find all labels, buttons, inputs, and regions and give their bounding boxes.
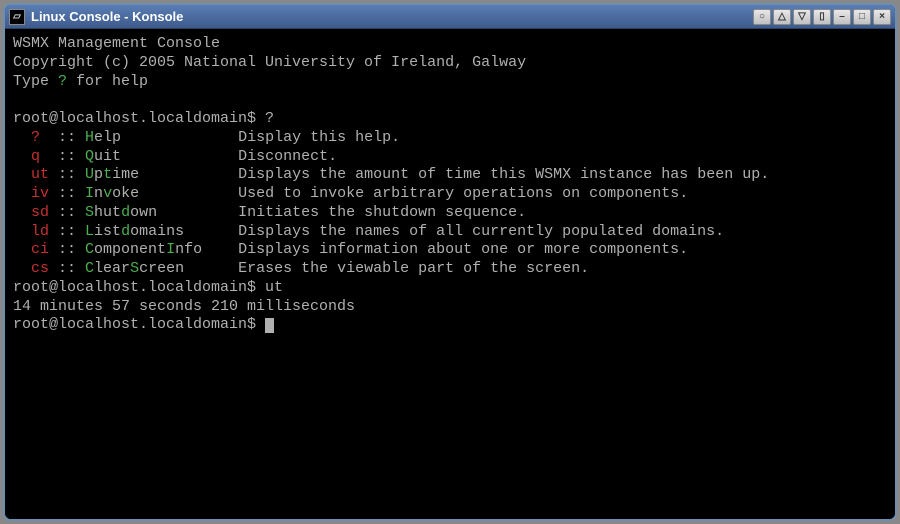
help-short: ? (13, 129, 40, 146)
prompt-line-1: root@localhost.localdomain$ ? (13, 110, 887, 129)
help-line: ci :: ComponentInfo Displays information… (13, 241, 887, 260)
uptime-output: 14 minutes 57 seconds 210 milliseconds (13, 298, 887, 317)
help-line: ld :: Listdomains Displays the names of … (13, 223, 887, 242)
help-short: cs (13, 260, 49, 277)
help-line: ut :: Uptime Displays the amount of time… (13, 166, 887, 185)
btn-pin[interactable]: ▯ (813, 9, 831, 25)
help-desc: Used to invoke arbitrary operations on c… (238, 185, 688, 202)
help-line: q :: Quit Disconnect. (13, 148, 887, 167)
help-short: iv (13, 185, 49, 202)
help-desc: Displays the names of all currently popu… (238, 223, 724, 240)
help-short: q (13, 148, 40, 165)
help-short: sd (13, 204, 49, 221)
cursor-icon (265, 318, 274, 333)
maximize-button[interactable]: □ (853, 9, 871, 25)
help-line: iv :: Invoke Used to invoke arbitrary op… (13, 185, 887, 204)
minimize-button[interactable]: – (833, 9, 851, 25)
help-desc: Displays information about one or more c… (238, 241, 688, 258)
window-controls: ○ △ ▽ ▯ – □ × (753, 9, 891, 25)
terminal-area[interactable]: WSMX Management ConsoleCopyright (c) 200… (5, 29, 895, 519)
help-desc: Displays the amount of time this WSMX in… (238, 166, 769, 183)
header-line-1: WSMX Management Console (13, 35, 887, 54)
help-short: ld (13, 223, 49, 240)
btn-down[interactable]: ▽ (793, 9, 811, 25)
prompt-line-3: root@localhost.localdomain$ (13, 316, 887, 335)
titlebar[interactable]: ▱ Linux Console - Konsole ○ △ ▽ ▯ – □ × (5, 5, 895, 29)
help-line: ? :: Help Display this help. (13, 129, 887, 148)
help-short: ut (13, 166, 49, 183)
help-desc: Initiates the shutdown sequence. (238, 204, 526, 221)
header-line-3: Type ? for help (13, 73, 887, 92)
help-desc: Display this help. (238, 129, 400, 146)
help-desc: Disconnect. (238, 148, 337, 165)
help-short: ci (13, 241, 49, 258)
help-desc: Erases the viewable part of the screen. (238, 260, 589, 277)
terminal-icon: ▱ (9, 9, 25, 25)
header-line-2: Copyright (c) 2005 National University o… (13, 54, 887, 73)
konsole-window: ▱ Linux Console - Konsole ○ △ ▽ ▯ – □ × … (3, 3, 897, 521)
blank-line (13, 91, 887, 110)
help-line: cs :: ClearScreen Erases the viewable pa… (13, 260, 887, 279)
help-line: sd :: Shutdown Initiates the shutdown se… (13, 204, 887, 223)
btn-circle[interactable]: ○ (753, 9, 771, 25)
btn-up[interactable]: △ (773, 9, 791, 25)
prompt-line-2: root@localhost.localdomain$ ut (13, 279, 887, 298)
title-left: ▱ Linux Console - Konsole (9, 9, 753, 25)
window-title: Linux Console - Konsole (31, 9, 183, 24)
close-button[interactable]: × (873, 9, 891, 25)
